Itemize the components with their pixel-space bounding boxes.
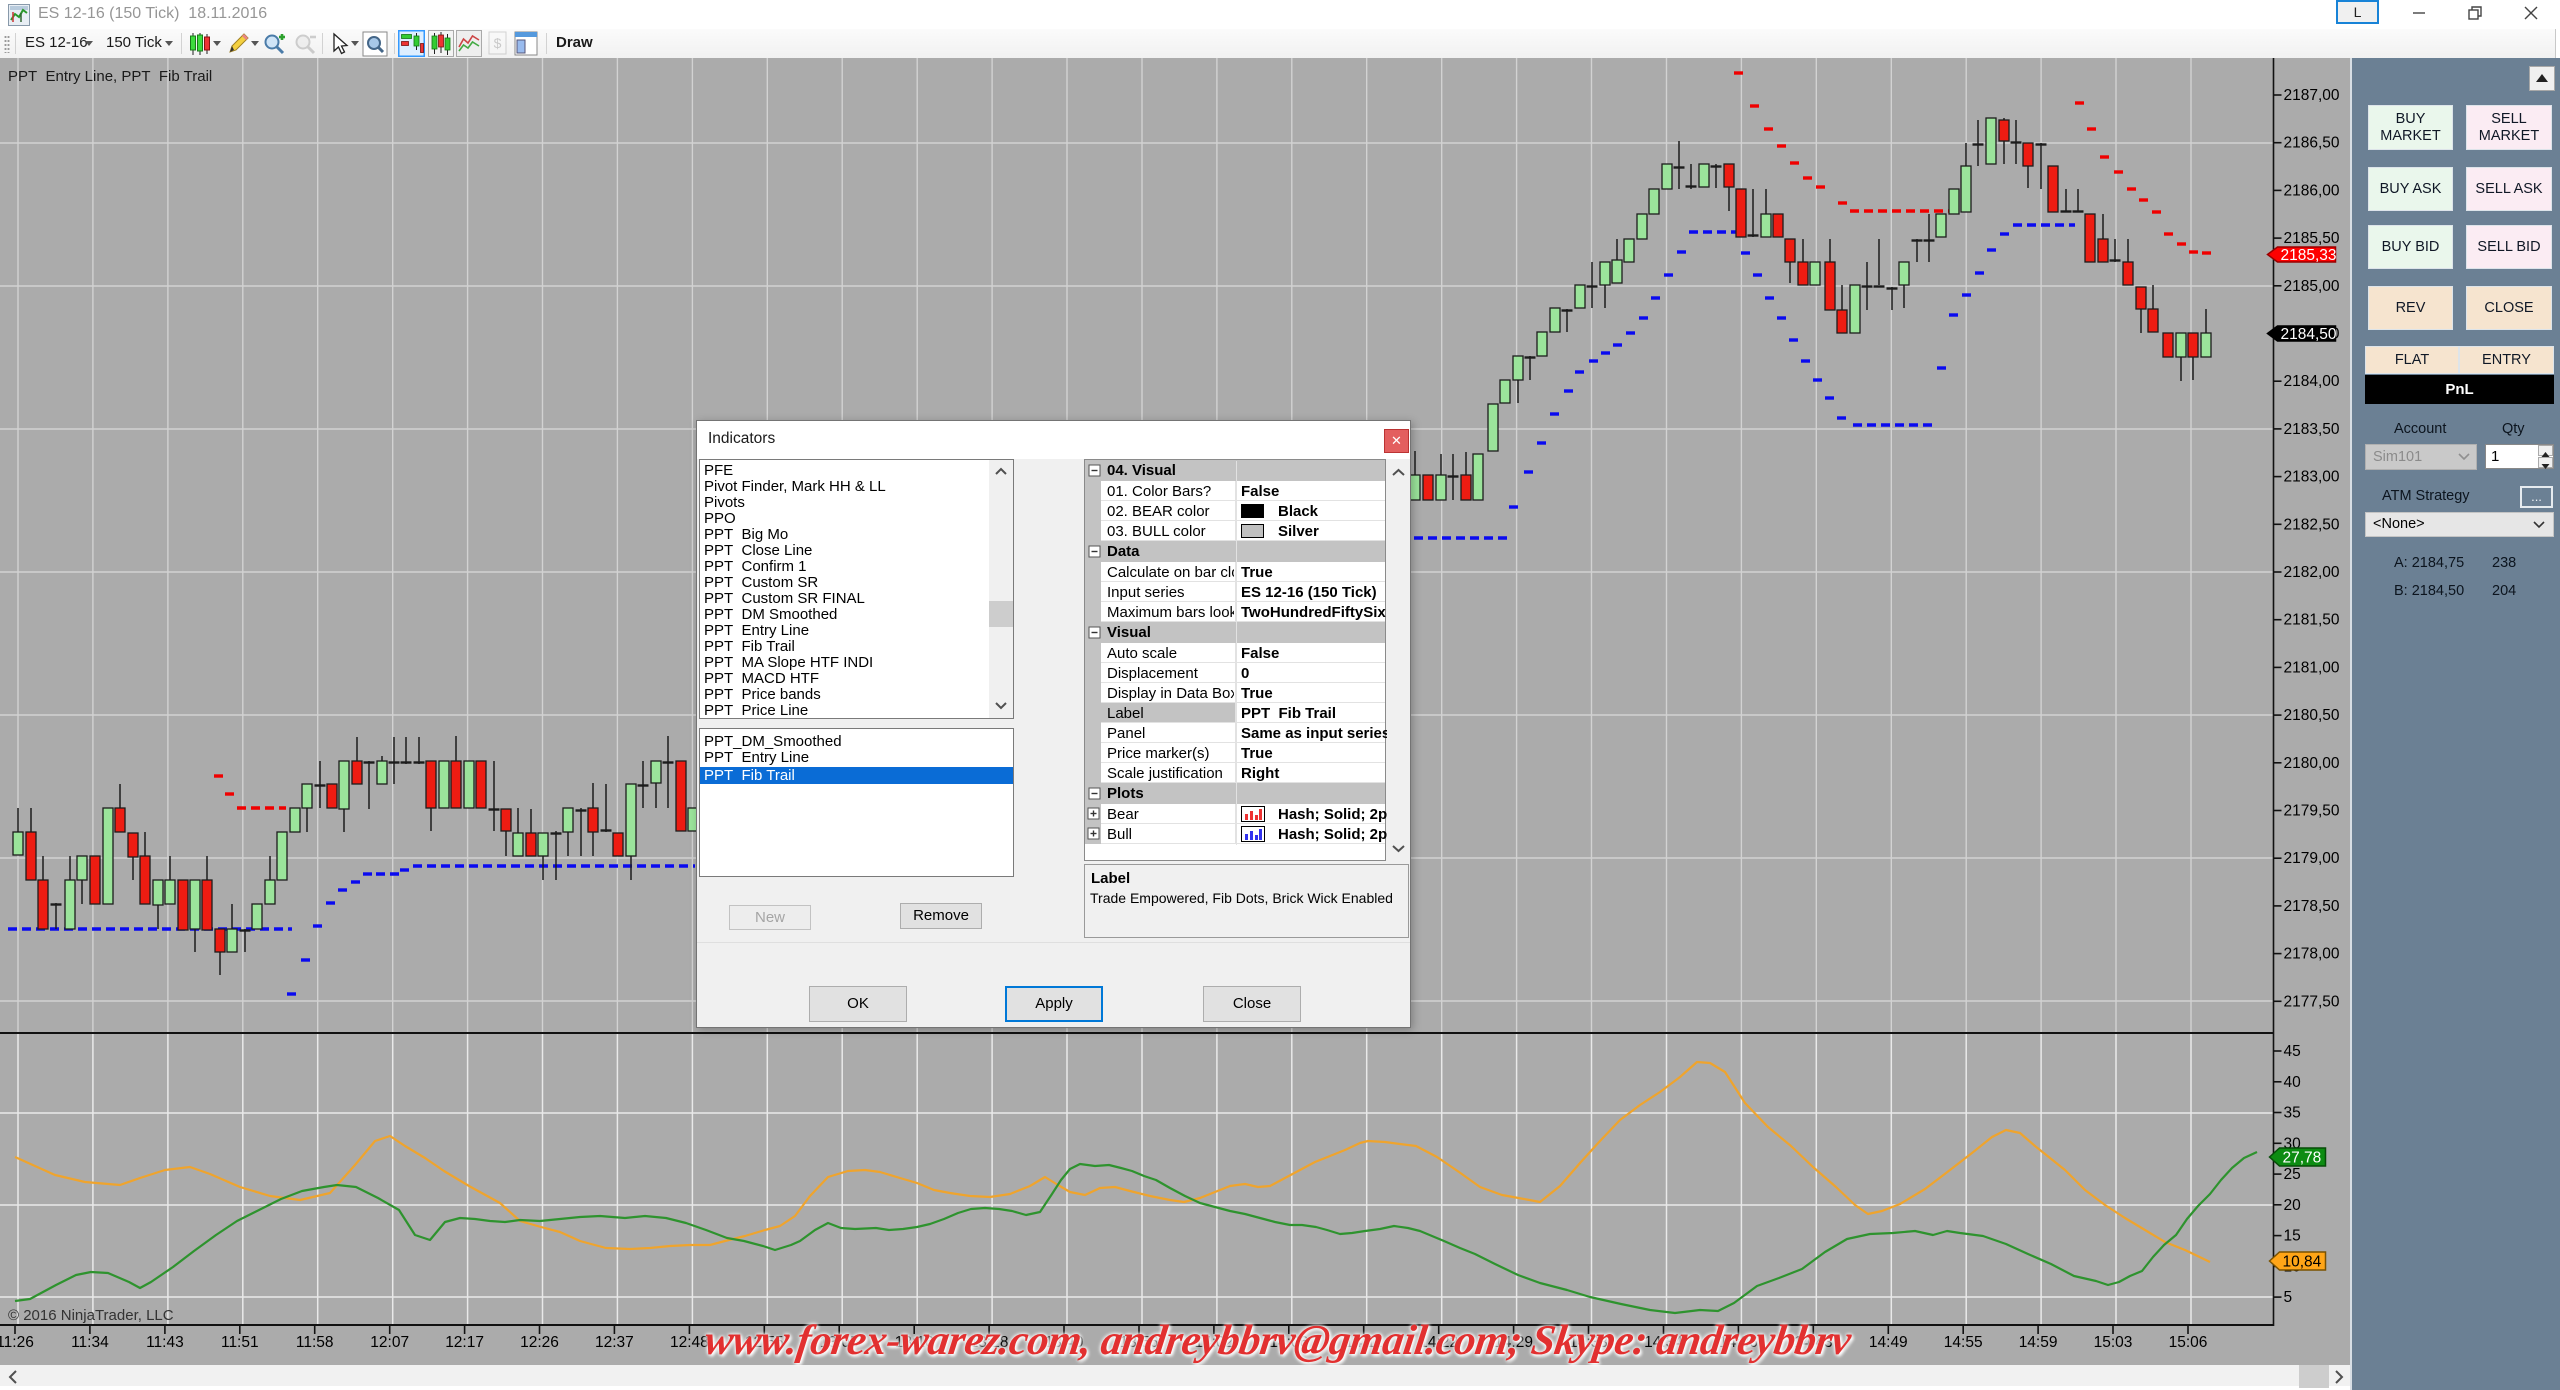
svg-text:2181,50: 2181,50 xyxy=(2284,612,2340,629)
svg-text:11:51: 11:51 xyxy=(221,1334,259,1351)
svg-text:2180,50: 2180,50 xyxy=(2284,707,2340,724)
svg-text:12:26: 12:26 xyxy=(520,1334,559,1351)
svg-text:2181,00: 2181,00 xyxy=(2284,659,2340,676)
svg-text:PPT Entry Line, PPT Fib Trai: PPT Entry Line, PPT Fib Trail xyxy=(8,68,212,85)
svg-text:40: 40 xyxy=(2284,1074,2302,1091)
svg-text:20: 20 xyxy=(2284,1197,2302,1214)
svg-text:2180,00: 2180,00 xyxy=(2284,755,2340,772)
svg-text:2179,00: 2179,00 xyxy=(2284,850,2340,867)
svg-text:2183,00: 2183,00 xyxy=(2284,469,2340,486)
svg-text:45: 45 xyxy=(2284,1043,2301,1060)
svg-text:2187,00: 2187,00 xyxy=(2284,87,2340,104)
svg-text:15:03: 15:03 xyxy=(2094,1334,2133,1351)
svg-text:14:59: 14:59 xyxy=(2019,1334,2058,1351)
svg-text:2178,00: 2178,00 xyxy=(2284,946,2340,963)
svg-text:2178,50: 2178,50 xyxy=(2284,898,2340,915)
svg-text:5: 5 xyxy=(2284,1289,2293,1306)
svg-text:10,84: 10,84 xyxy=(2283,1254,2322,1271)
svg-text:2185,50: 2185,50 xyxy=(2284,230,2340,247)
svg-text:15: 15 xyxy=(2284,1228,2301,1245)
svg-text:15:06: 15:06 xyxy=(2169,1334,2208,1351)
svg-text:2182,00: 2182,00 xyxy=(2284,564,2340,581)
svg-text:14:49: 14:49 xyxy=(1869,1334,1908,1351)
svg-text:2185,33: 2185,33 xyxy=(2281,247,2337,264)
svg-text:35: 35 xyxy=(2284,1105,2301,1122)
svg-text:2177,50: 2177,50 xyxy=(2284,993,2340,1010)
svg-text:$: $ xyxy=(494,35,502,51)
svg-text:12:07: 12:07 xyxy=(370,1334,409,1351)
svg-text:11:43: 11:43 xyxy=(146,1334,184,1351)
svg-text:12:17: 12:17 xyxy=(445,1334,484,1351)
svg-text:12:37: 12:37 xyxy=(595,1334,634,1351)
svg-text:11:34: 11:34 xyxy=(71,1334,109,1351)
svg-text:2184,00: 2184,00 xyxy=(2284,373,2340,390)
svg-text:© 2016 NinjaTrader, LLC: © 2016 NinjaTrader, LLC xyxy=(8,1307,174,1324)
svg-text:2182,50: 2182,50 xyxy=(2284,516,2340,533)
svg-text:11:58: 11:58 xyxy=(296,1334,334,1351)
svg-text:11:26: 11:26 xyxy=(0,1334,34,1351)
svg-text:27,78: 27,78 xyxy=(2283,1150,2322,1167)
svg-text:25: 25 xyxy=(2284,1166,2301,1183)
svg-text:2179,50: 2179,50 xyxy=(2284,803,2340,820)
svg-text:2183,50: 2183,50 xyxy=(2284,421,2340,438)
svg-text:2186,00: 2186,00 xyxy=(2284,182,2340,199)
svg-text:14:55: 14:55 xyxy=(1944,1334,1983,1351)
svg-text:2184,50: 2184,50 xyxy=(2281,326,2337,343)
svg-text:2186,50: 2186,50 xyxy=(2284,135,2340,152)
svg-text:2185,00: 2185,00 xyxy=(2284,278,2340,295)
